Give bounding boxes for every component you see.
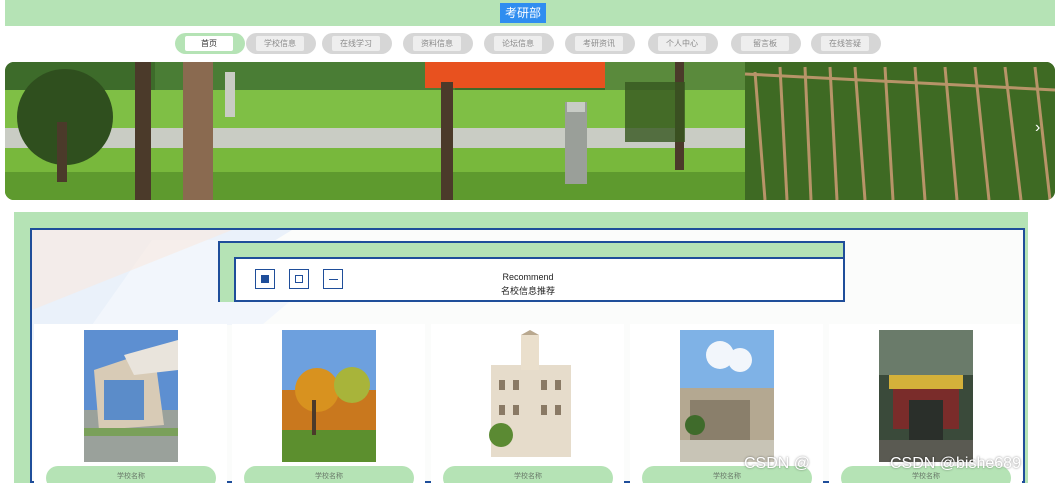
nav-item-school-info[interactable]: 学校信息 bbox=[246, 33, 316, 54]
nav-item-label: 在线学习 bbox=[332, 36, 380, 51]
minus-icon bbox=[323, 269, 343, 289]
school-name-button[interactable]: 学校名称 bbox=[46, 466, 216, 483]
nav-item-online-qa[interactable]: 在线答疑 bbox=[811, 33, 881, 54]
nav-item-label: 留言板 bbox=[741, 36, 789, 51]
site-title[interactable]: 考研部落 bbox=[500, 3, 546, 40]
nav-item-label: 考研资讯 bbox=[575, 36, 623, 51]
recommend-title-cn: 名校信息推荐 bbox=[500, 286, 555, 296]
nav-item-label: 首页 bbox=[185, 36, 233, 51]
nav-item-home[interactable]: 首页 bbox=[175, 33, 245, 54]
nav-item-materials[interactable]: 资料信息 bbox=[403, 33, 473, 54]
school-name-button[interactable]: 学校名称 bbox=[244, 466, 414, 483]
watermark-right: CSDN @bishe689 bbox=[890, 455, 1021, 472]
watermark-left: CSDN @ bbox=[744, 455, 811, 472]
hero-banner[interactable]: › bbox=[5, 62, 1055, 200]
campus-scene-image bbox=[5, 62, 1055, 200]
school-name-button[interactable]: 学校名称 bbox=[443, 466, 613, 483]
recommend-header-strip bbox=[218, 241, 845, 258]
school-photo[interactable] bbox=[879, 330, 973, 462]
nav-item-label: 在线答疑 bbox=[821, 36, 869, 51]
school-card[interactable]: 学校名称 bbox=[34, 324, 227, 483]
school-photo[interactable] bbox=[680, 330, 774, 462]
nav-item-message-board[interactable]: 留言板 bbox=[731, 33, 801, 54]
nav-item-personal-center[interactable]: 个人中心 bbox=[648, 33, 718, 54]
filled-square-icon bbox=[255, 269, 275, 289]
nav-item-online-learning[interactable]: 在线学习 bbox=[322, 33, 392, 54]
school-photo[interactable] bbox=[282, 330, 376, 462]
hollow-square-icon bbox=[289, 269, 309, 289]
recommend-title-en: Recommend bbox=[502, 272, 554, 282]
school-card[interactable]: 学校名称 bbox=[431, 324, 624, 483]
nav-item-forum[interactable]: 论坛信息 bbox=[484, 33, 554, 54]
nav-item-label: 学校信息 bbox=[256, 36, 304, 51]
nav-item-label: 个人中心 bbox=[658, 36, 706, 51]
nav-item-label: 论坛信息 bbox=[494, 36, 542, 51]
recommend-side-bar bbox=[218, 257, 234, 302]
school-photo[interactable] bbox=[481, 330, 575, 462]
school-card[interactable]: 学校名称 bbox=[232, 324, 425, 483]
school-photo[interactable] bbox=[84, 330, 178, 462]
nav-item-label: 资料信息 bbox=[413, 36, 461, 51]
nav-item-news[interactable]: 考研资讯 bbox=[565, 33, 635, 54]
chevron-right-icon[interactable]: › bbox=[1035, 119, 1040, 137]
